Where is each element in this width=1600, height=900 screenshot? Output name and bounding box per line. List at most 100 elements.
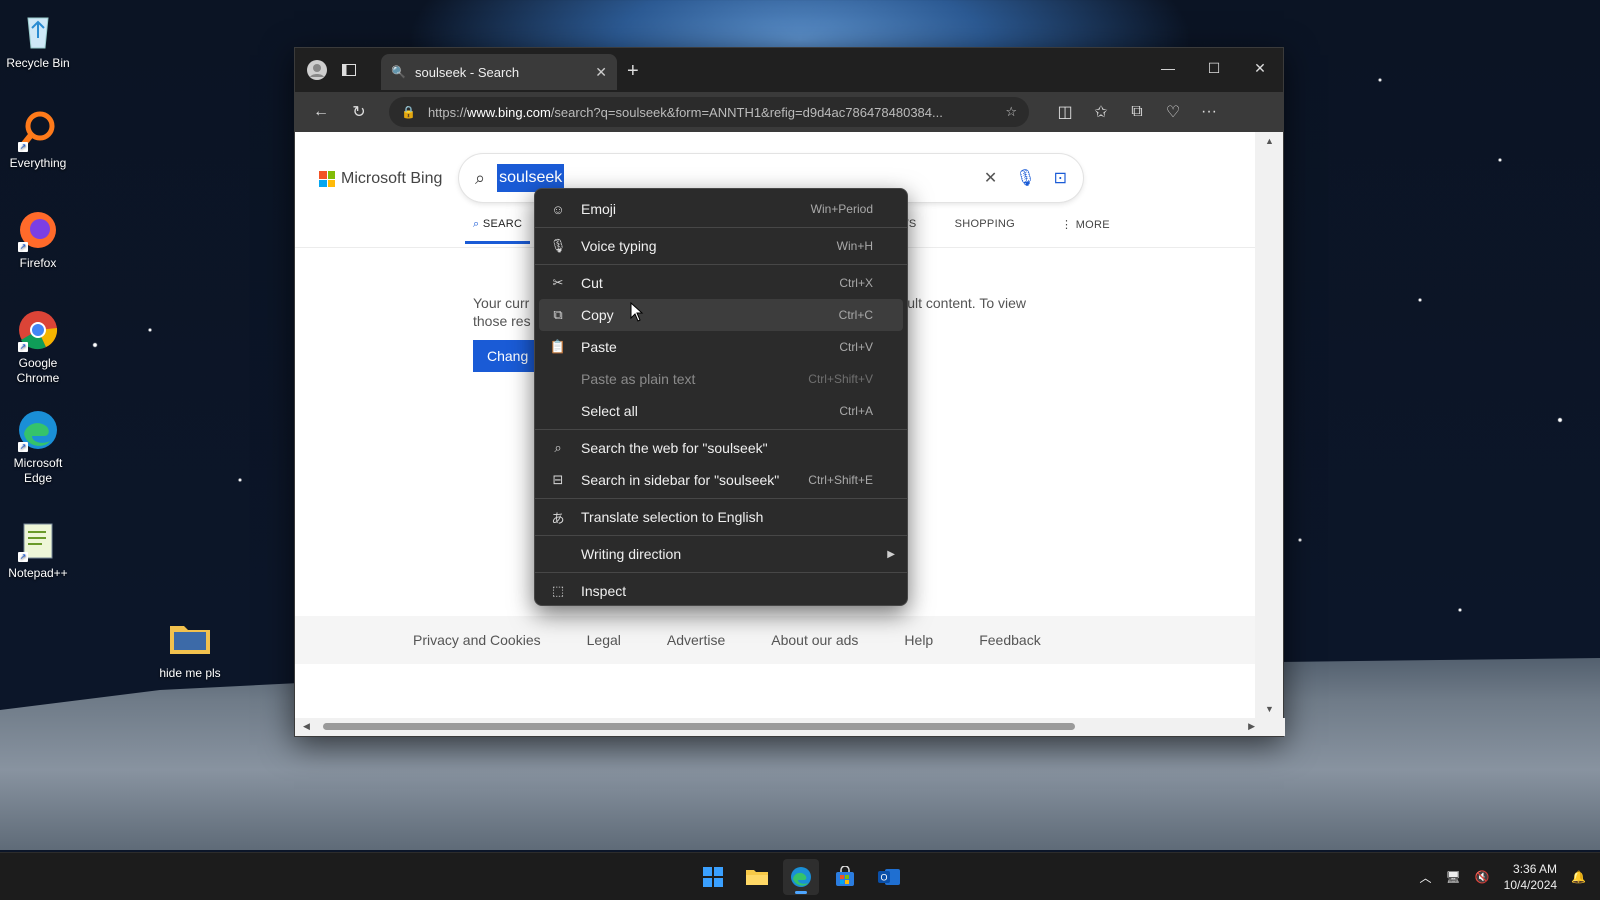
footer-link-privacy[interactable]: Privacy and Cookies <box>413 632 541 648</box>
horizontal-scroll-thumb[interactable] <box>323 723 1075 730</box>
everything-icon: ↗ <box>16 108 60 152</box>
menu-item-paste[interactable]: 📋 Paste Ctrl+V <box>535 331 907 363</box>
profile-avatar-icon[interactable] <box>301 54 333 86</box>
menu-item-voice-typing[interactable]: 🎙 Voice typing Win+H <box>535 230 907 262</box>
microsoft-logo-icon <box>319 171 335 187</box>
split-screen-icon[interactable]: ◫ <box>1049 96 1081 128</box>
minimize-icon[interactable]: — <box>1145 48 1191 88</box>
emoji-icon: ☺ <box>551 201 565 217</box>
visual-search-icon[interactable]: ⊡ <box>1054 168 1067 188</box>
url-text: https://www.bing.com/search?q=soulseek&f… <box>428 105 995 120</box>
copy-icon: ⧉ <box>553 307 563 322</box>
search-icon: ⌕ <box>554 440 562 455</box>
scroll-right-arrow-icon[interactable]: ▶ <box>1248 721 1255 732</box>
address-bar[interactable]: 🔒 https://www.bing.com/search?q=soulseek… <box>389 97 1029 127</box>
menu-separator <box>535 429 907 430</box>
menu-item-inspect[interactable]: ⬚ Inspect <box>535 575 907 607</box>
new-tab-button[interactable]: + <box>627 60 639 83</box>
maximize-icon[interactable]: ☐ <box>1191 48 1237 88</box>
taskbar-file-explorer[interactable] <box>739 859 775 895</box>
more-dots-icon: ⋮ <box>1061 219 1076 231</box>
tab-search[interactable]: ⌕ SEARC <box>465 214 531 244</box>
menu-item-select-all[interactable]: Select all Ctrl+A <box>535 395 907 427</box>
menu-item-copy[interactable]: ⧉ Copy Ctrl+C <box>539 299 903 331</box>
footer-link-about-ads[interactable]: About our ads <box>771 632 858 648</box>
paste-icon: 📋 <box>549 339 567 354</box>
mouse-cursor-icon <box>630 302 644 322</box>
scroll-down-arrow-icon[interactable]: ▼ <box>1265 704 1274 714</box>
taskbar-microsoft-store[interactable] <box>827 859 863 895</box>
browser-toolbar: ← ↻ 🔒 https://www.bing.com/search?q=soul… <box>295 92 1283 132</box>
search-icon: ⌕ <box>473 218 483 230</box>
show-hidden-icons-chevron-icon[interactable]: ︿ <box>1419 869 1431 886</box>
menu-item-writing-direction[interactable]: Writing direction ▶ <box>535 538 907 570</box>
tab-more[interactable]: ⋮ MORE <box>1053 214 1118 244</box>
refresh-icon[interactable]: ↻ <box>343 96 375 128</box>
footer-link-legal[interactable]: Legal <box>587 632 621 648</box>
close-tab-icon[interactable]: ✕ <box>595 64 607 81</box>
firefox-icon: ↗ <box>16 208 60 252</box>
desktop-icon-firefox[interactable]: ↗ Firefox <box>0 208 76 271</box>
tab-soulseek-search[interactable]: 🔍 soulseek - Search ✕ <box>381 54 617 90</box>
scissors-icon: ✂ <box>552 275 564 290</box>
footer-link-feedback[interactable]: Feedback <box>979 632 1040 648</box>
collections-icon[interactable]: ⧉ <box>1121 96 1153 128</box>
scroll-up-arrow-icon[interactable]: ▲ <box>1265 136 1274 146</box>
menu-item-cut[interactable]: ✂ Cut Ctrl+X <box>535 267 907 299</box>
favorites-icon[interactable]: ✩ <box>1085 96 1117 128</box>
store-icon <box>836 866 854 886</box>
clear-search-icon[interactable]: ✕ <box>984 168 997 188</box>
network-icon[interactable]: 🖥 <box>1445 870 1460 884</box>
url-host: www.bing.com <box>466 104 551 120</box>
bing-search-favicon: 🔍 <box>391 65 406 79</box>
title-bar: 🔍 soulseek - Search ✕ + — ☐ ✕ <box>295 48 1283 92</box>
tab-actions-icon[interactable] <box>333 54 365 86</box>
menu-item-translate[interactable]: あ Translate selection to English <box>535 501 907 533</box>
close-window-icon[interactable]: ✕ <box>1237 48 1283 88</box>
browser-essentials-icon[interactable]: ♡ <box>1157 96 1189 128</box>
sidebar-search-icon: ⊟ <box>552 472 564 487</box>
file-explorer-icon <box>746 870 768 885</box>
menu-item-paste-plain-text: Paste as plain text Ctrl+Shift+V <box>581 371 873 387</box>
settings-more-icon[interactable]: ··· <box>1193 96 1225 128</box>
shortcut-arrow-icon: ↗ <box>18 442 28 452</box>
taskbar-edge[interactable] <box>783 859 819 895</box>
taskbar-outlook[interactable]: O <box>871 859 907 895</box>
url-path: /search?q=soulseek&form=ANNTH1&refig=d9d… <box>550 104 943 120</box>
folder-icon <box>168 618 212 662</box>
scroll-left-arrow-icon[interactable]: ◀ <box>303 721 310 732</box>
desktop-icon-notepad-plus-plus[interactable]: ↗ Notepad++ <box>0 518 76 581</box>
start-button[interactable] <box>695 859 731 895</box>
footer-link-advertise[interactable]: Advertise <box>667 632 725 648</box>
menu-separator <box>535 535 907 536</box>
submenu-arrow-icon: ▶ <box>887 548 895 560</box>
lock-icon: 🔒 <box>401 105 416 119</box>
menu-item-emoji[interactable]: ☺ Emoji Win+Period <box>535 193 907 225</box>
context-menu: ☺ Emoji Win+Period 🎙 Voice typing Win+H … <box>534 188 908 606</box>
shortcut-arrow-icon: ↗ <box>18 242 28 252</box>
notification-bell-icon[interactable]: 🔔 <box>1571 870 1586 884</box>
tab-title: soulseek - Search <box>415 64 520 80</box>
bing-logo[interactable]: Microsoft Bing <box>319 170 442 188</box>
footer-link-help[interactable]: Help <box>904 632 933 648</box>
horizontal-scrollbar[interactable]: ◀ ▶ <box>295 718 1285 736</box>
vertical-scrollbar[interactable]: ▲ ▼ <box>1255 132 1283 718</box>
change-safesearch-button[interactable]: Chang <box>473 340 543 372</box>
back-arrow-icon[interactable]: ← <box>305 96 337 128</box>
add-favorite-star-icon[interactable]: ☆ <box>1005 104 1017 120</box>
desktop-icon-google-chrome[interactable]: ↗ Google Chrome <box>0 308 76 386</box>
menu-separator <box>535 498 907 499</box>
microphone-icon[interactable]: 🎙 <box>1015 168 1035 188</box>
clock[interactable]: 3:36 AM 10/4/2024 <box>1504 861 1557 893</box>
volume-icon[interactable]: 🔇 <box>1475 870 1490 884</box>
desktop-icon-microsoft-edge[interactable]: ↗ Microsoft Edge <box>0 408 76 486</box>
desktop-icon-recycle-bin[interactable]: Recycle Bin <box>0 8 76 71</box>
shortcut-arrow-icon: ↗ <box>18 342 28 352</box>
menu-item-search-web[interactable]: ⌕ Search the web for "soulseek" <box>535 432 907 464</box>
search-icon: ⌕ <box>475 167 486 188</box>
tab-shopping[interactable]: SHOPPING <box>947 214 1023 244</box>
menu-item-search-sidebar[interactable]: ⊟ Search in sidebar for "soulseek" Ctrl+… <box>535 464 907 496</box>
desktop-icon-everything[interactable]: ↗ Everything <box>0 108 76 171</box>
svg-text:O: O <box>880 873 887 883</box>
desktop-icon-hide-me-pls[interactable]: hide me pls <box>152 618 228 681</box>
